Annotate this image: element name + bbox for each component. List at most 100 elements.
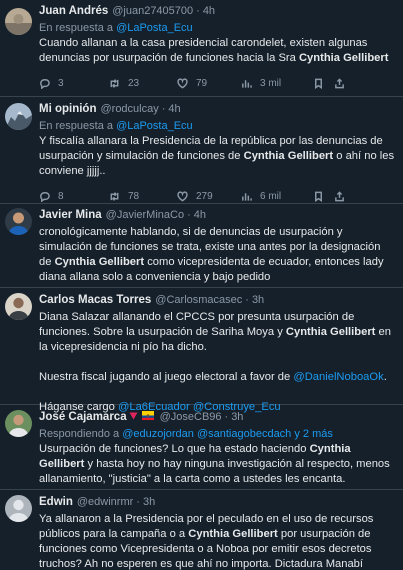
share-icon [335,190,344,201]
reply-prefix: Respondiendo a [39,428,120,440]
tweet-header: Mi opinión @rodculcay · 4h [39,99,395,119]
views-icon [242,79,252,88]
tweet-text: Diana Salazar allanando el CPCCS por pre… [39,310,395,415]
bookmark-icon [315,191,322,202]
like-button[interactable]: 79 [177,78,241,89]
reply-prefix: En respuesta a [39,120,113,132]
author-name[interactable]: José Cajamarca [39,411,127,423]
bookmark-icon [315,78,322,89]
highlighted-name: Cynthia Gellibert [298,52,389,64]
tweet-text-part: Nuestra fiscal jugando al juego electora… [39,371,294,383]
timestamp[interactable]: 4h [203,5,215,17]
tweet-card[interactable]: Juan Andrés @juan27405700 · 4h En respue… [0,0,403,97]
tweet-header: Javier Mina @JavierMinaCo · 4h [39,205,395,225]
bookmark-button[interactable] [313,191,334,202]
views-icon [242,192,252,201]
separator-dot: · [196,5,200,17]
tweet-card[interactable]: Carlos Macas Torres @Carlosmacasec · 3h … [0,288,403,413]
tweet-header: Carlos Macas Torres @Carlosmacasec · 3h [39,290,395,310]
highlighted-name: Cynthia Gellibert [188,528,278,540]
reply-icon [40,78,50,89]
views-button[interactable]: 6 mil [241,191,313,202]
author-handle[interactable]: @juan27405700 [112,5,193,17]
view-count: 3 mil [260,77,282,89]
tweet-header: José Cajamarca @JoseCB96 · 3h [39,407,395,427]
share-button[interactable] [334,77,353,89]
tweet-text: Y fiscalía allanara la Presidencia de la… [39,134,395,179]
tweet-paragraph: Nuestra fiscal jugando al juego electora… [39,370,395,385]
tweet-header: Edwin @edwinrmr · 3h [39,492,395,512]
tweet-header: Juan Andrés @juan27405700 · 4h [39,1,395,21]
share-icon [335,77,344,88]
highlighted-name: Cynthia Gellibert [54,256,145,268]
reply-mention[interactable]: @eduzojordan @santiagobecdach y 2 más [122,428,333,440]
reply-prefix: En respuesta a [39,22,113,34]
reply-mention[interactable]: @LaPosta_Ecu [116,22,193,34]
tweet-text-part: y hasta hoy no hay ninguna investigación… [39,458,390,485]
separator-dot: · [161,103,166,115]
avatar[interactable] [5,293,32,320]
tweet-text: Cuando allanan a la casa presidencial ca… [39,36,395,66]
share-button[interactable] [334,190,353,202]
highlighted-name: Cynthia Gellibert [285,326,376,338]
retweet-count: 23 [128,77,140,89]
tweet-card[interactable]: Edwin @edwinrmr · 3h Ya allanaron a la P… [0,490,403,570]
author-name[interactable]: Juan Andrés [39,5,108,17]
bookmark-button[interactable] [313,78,334,89]
tweet-card[interactable]: Mi opinión @rodculcay · 4h En respuesta … [0,97,403,204]
reply-context: Respondiendo a @eduzojordan @santiagobec… [39,427,395,442]
author-handle[interactable]: @Carlosmacasec [155,294,242,306]
author-handle[interactable]: @rodculcay [100,103,158,115]
reply-count: 8 [58,190,64,202]
tweet-feed: Juan Andrés @juan27405700 · 4h En respue… [0,0,403,570]
tweet-text-part: Usurpación de funciones? Lo que ha estad… [39,443,310,455]
author-handle[interactable]: @edwinrmr [77,496,133,508]
timestamp[interactable]: 3h [143,496,155,508]
reply-button[interactable]: 8 [39,191,109,202]
retweet-icon [110,78,119,88]
separator-dot: · [187,209,191,221]
view-count: 6 mil [260,190,282,202]
red-triangle-icon [129,411,138,423]
timestamp[interactable]: 4h [168,103,180,115]
like-icon [177,78,188,88]
reply-context: En respuesta a @LaPosta_Ecu [39,119,395,134]
timestamp[interactable]: 3h [252,294,264,306]
avatar[interactable] [5,8,32,35]
ecuador-flag-icon [141,411,154,423]
retweet-icon [110,191,119,201]
mention-link[interactable]: @DanielNoboaOk [293,371,383,383]
like-count: 79 [196,77,208,89]
tweet-text: Usurpación de funciones? Lo que ha estad… [39,442,395,487]
avatar[interactable] [5,208,32,235]
like-icon [177,191,188,201]
reply-context: En respuesta a @LaPosta_Ecu [39,21,395,36]
retweet-button[interactable]: 78 [109,191,177,202]
tweet-card[interactable]: José Cajamarca @JoseCB96 · 3h Respondien… [0,405,403,490]
reply-count: 3 [58,77,64,89]
highlighted-name: Cynthia Gellibert [243,150,334,162]
timestamp[interactable]: 4h [194,209,206,221]
avatar[interactable] [5,410,32,437]
timestamp[interactable]: 3h [231,411,243,423]
author-name[interactable]: Mi opinión [39,103,96,115]
reply-button[interactable]: 3 [39,78,109,89]
author-handle[interactable]: @JavierMinaCo [106,209,184,221]
separator-dot: · [136,496,140,508]
views-button[interactable]: 3 mil [241,78,313,89]
tweet-paragraph: Diana Salazar allanando el CPCCS por pre… [39,310,395,355]
reply-mention[interactable]: @LaPosta_Ecu [116,120,193,132]
like-button[interactable]: 279 [177,191,241,202]
avatar[interactable] [5,495,32,522]
reply-icon [40,191,50,202]
author-name[interactable]: Javier Mina [39,209,102,221]
author-name[interactable]: Carlos Macas Torres [39,294,151,306]
tweet-card[interactable]: Javier Mina @JavierMinaCo · 4h cronológi… [0,204,403,288]
retweet-button[interactable]: 23 [109,78,177,89]
author-handle[interactable]: @JoseCB96 [160,411,222,423]
avatar[interactable] [5,103,32,130]
author-name[interactable]: Edwin [39,496,73,508]
like-count: 279 [196,190,213,202]
